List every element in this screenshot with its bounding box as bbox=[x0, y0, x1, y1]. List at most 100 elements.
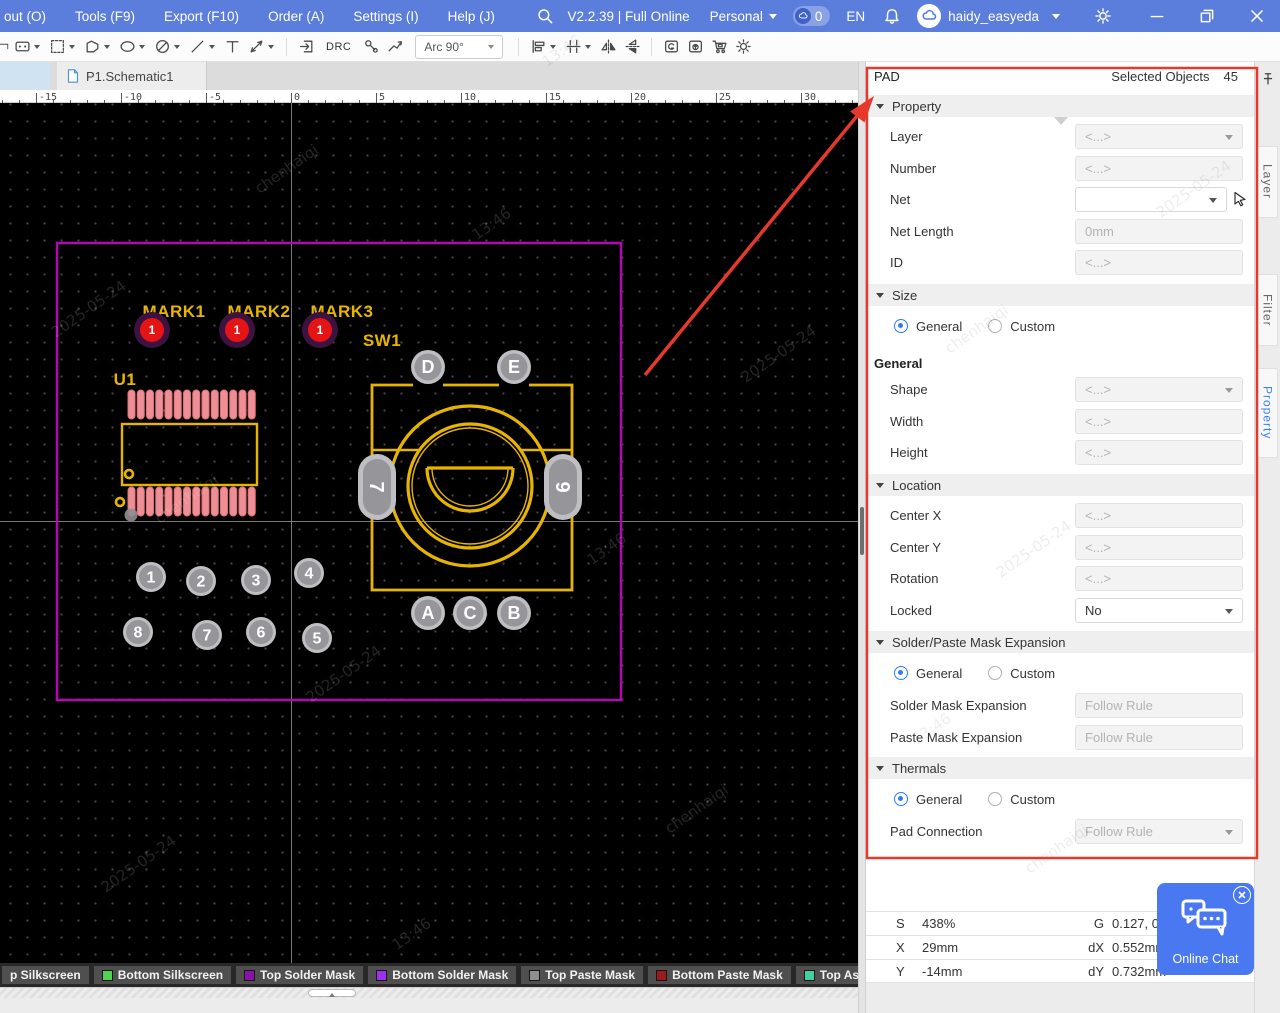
pad-3[interactable]: 3 bbox=[241, 565, 271, 595]
pad-7[interactable]: 7 bbox=[192, 620, 222, 650]
menu-item-0[interactable]: out (O) bbox=[4, 9, 46, 24]
import-tool-icon[interactable] bbox=[294, 35, 318, 59]
chat-close-icon[interactable] bbox=[1233, 886, 1251, 904]
menu-item-3[interactable]: Order (A) bbox=[268, 9, 324, 24]
section-size[interactable]: Size bbox=[866, 284, 1254, 306]
sw1-pad-e[interactable]: E bbox=[497, 350, 531, 384]
size-custom-radio[interactable] bbox=[988, 319, 1002, 333]
pad-1[interactable]: 1 bbox=[136, 562, 166, 592]
close-icon[interactable] bbox=[1248, 7, 1266, 25]
panel-splitter-handle[interactable] bbox=[860, 507, 864, 555]
menu-item-2[interactable]: Export (F10) bbox=[164, 9, 239, 24]
search-icon[interactable] bbox=[536, 7, 554, 25]
account-menu[interactable]: Personal bbox=[710, 9, 777, 24]
rotation-input[interactable]: <...> bbox=[1075, 566, 1243, 591]
layer-tab-3[interactable]: Bottom Solder Mask bbox=[368, 966, 516, 984]
pad-connection-select[interactable]: Follow Rule bbox=[1075, 819, 1243, 844]
side-tab-filter[interactable]: Filter bbox=[1257, 274, 1278, 346]
mask-custom-radio[interactable] bbox=[988, 666, 1002, 680]
layer-tab-2[interactable]: Top Solder Mask bbox=[236, 966, 363, 984]
flip-vertical-tool-icon[interactable] bbox=[620, 35, 644, 59]
align-tool-icon[interactable] bbox=[526, 35, 550, 59]
tab-partial[interactable] bbox=[0, 62, 50, 90]
sw1-pad-6[interactable]: 6 bbox=[544, 454, 582, 520]
sw1-pad-a[interactable]: A bbox=[411, 596, 445, 630]
pad-8[interactable]: 8 bbox=[123, 617, 153, 647]
id-input[interactable]: <...> bbox=[1075, 250, 1243, 275]
mark-pad-2[interactable]: 1 bbox=[219, 312, 255, 348]
distribute-tool-icon[interactable] bbox=[561, 35, 585, 59]
cursor-tool-icon[interactable] bbox=[0, 35, 10, 59]
mask-general-radio[interactable] bbox=[894, 666, 908, 680]
section-thermals[interactable]: Thermals bbox=[866, 757, 1254, 779]
drc-check-button[interactable]: DRC bbox=[326, 41, 351, 53]
center-x-input[interactable]: <...> bbox=[1075, 503, 1243, 528]
horizontal-scrollbar[interactable] bbox=[0, 987, 858, 998]
cloud-points-badge[interactable]: 0 bbox=[793, 6, 831, 26]
caret-down-icon[interactable] bbox=[104, 45, 110, 52]
pad-5[interactable]: 5 bbox=[302, 623, 332, 653]
layer-tab-5[interactable]: Bottom Paste Mask bbox=[648, 966, 791, 984]
keepout-tool-icon[interactable] bbox=[150, 35, 174, 59]
line-tool-icon[interactable] bbox=[185, 35, 209, 59]
layer-tab-4[interactable]: Top Paste Mask bbox=[521, 966, 643, 984]
layer-tab-6[interactable]: Top Assembly bbox=[796, 966, 858, 984]
thermals-general-radio[interactable] bbox=[894, 792, 908, 806]
pin-icon[interactable] bbox=[1261, 72, 1275, 86]
shape-select[interactable]: <...> bbox=[1075, 377, 1243, 402]
caret-down-icon[interactable] bbox=[209, 45, 215, 52]
component-u1[interactable] bbox=[116, 390, 257, 522]
settings-icon[interactable] bbox=[1094, 7, 1112, 25]
maximize-icon[interactable] bbox=[1198, 7, 1216, 25]
minimize-icon[interactable] bbox=[1148, 7, 1166, 25]
language-switch[interactable]: EN bbox=[846, 9, 865, 24]
net-select[interactable] bbox=[1075, 187, 1227, 212]
section-property[interactable]: Property bbox=[866, 95, 1254, 117]
library-tool-icon[interactable] bbox=[659, 35, 683, 59]
pad-tool-icon[interactable] bbox=[10, 35, 34, 59]
caret-down-icon[interactable] bbox=[69, 45, 75, 52]
dimension-tool-icon[interactable] bbox=[244, 35, 268, 59]
pad-4[interactable]: 4 bbox=[294, 558, 324, 588]
section-location[interactable]: Location bbox=[866, 474, 1254, 496]
panel-splitter[interactable] bbox=[858, 62, 866, 1013]
menu-item-1[interactable]: Tools (F9) bbox=[75, 9, 135, 24]
pad-6[interactable]: 6 bbox=[246, 617, 276, 647]
user-menu[interactable]: haidy_easyeda bbox=[917, 4, 1060, 28]
cart-tool-icon[interactable] bbox=[707, 35, 731, 59]
center-y-input[interactable]: <...> bbox=[1075, 535, 1243, 560]
sw1-pad-7[interactable]: 7 bbox=[358, 454, 396, 520]
sw1-pad-b[interactable]: B bbox=[497, 596, 531, 630]
mark-pad-1[interactable]: 1 bbox=[134, 312, 170, 348]
text-tool-icon[interactable] bbox=[220, 35, 244, 59]
wire-tool-icon[interactable] bbox=[383, 35, 407, 59]
pad-2[interactable]: 2 bbox=[186, 566, 216, 596]
height-input[interactable]: <...> bbox=[1075, 440, 1243, 465]
ellipse-tool-icon[interactable] bbox=[115, 35, 139, 59]
locked-select[interactable]: No bbox=[1075, 598, 1243, 623]
menu-item-4[interactable]: Settings (I) bbox=[353, 9, 418, 24]
settings-tool-icon[interactable] bbox=[731, 35, 755, 59]
tab-p1-schematic1[interactable]: P1.Schematic1 bbox=[57, 62, 207, 90]
export-tool-icon[interactable] bbox=[683, 35, 707, 59]
silkscreen-label-sw1[interactable]: SW1 bbox=[363, 331, 401, 350]
number-input[interactable]: <...> bbox=[1075, 156, 1243, 181]
caret-down-icon[interactable] bbox=[550, 45, 556, 52]
paste-mask-input[interactable]: Follow Rule bbox=[1075, 725, 1243, 750]
layer-tab-0[interactable]: p Silkscreen bbox=[2, 966, 89, 984]
net-length-input[interactable]: 0mm bbox=[1075, 219, 1243, 244]
solder-mask-input[interactable]: Follow Rule bbox=[1075, 693, 1243, 718]
section-mask-expansion[interactable]: Solder/Paste Mask Expansion bbox=[866, 631, 1254, 653]
component-sw1[interactable]: DEACB76 bbox=[358, 350, 582, 630]
pcb-canvas[interactable]: MARK1MARK2MARK3SW1U1111DEACB7612348765 bbox=[0, 103, 858, 963]
caret-down-icon[interactable] bbox=[585, 45, 591, 52]
silkscreen-label-u1[interactable]: U1 bbox=[114, 370, 137, 389]
select-tool-icon[interactable] bbox=[45, 35, 69, 59]
caret-down-icon[interactable] bbox=[268, 45, 274, 52]
layer-tab-1[interactable]: Bottom Silkscreen bbox=[94, 966, 231, 984]
arc-mode-select[interactable]: Arc 90° bbox=[415, 35, 503, 59]
horizontal-scrollbar-handle[interactable] bbox=[308, 989, 356, 997]
menu-item-5[interactable]: Help (J) bbox=[448, 9, 495, 24]
caret-down-icon[interactable] bbox=[174, 45, 180, 52]
layer-select[interactable]: <...> bbox=[1075, 124, 1243, 149]
